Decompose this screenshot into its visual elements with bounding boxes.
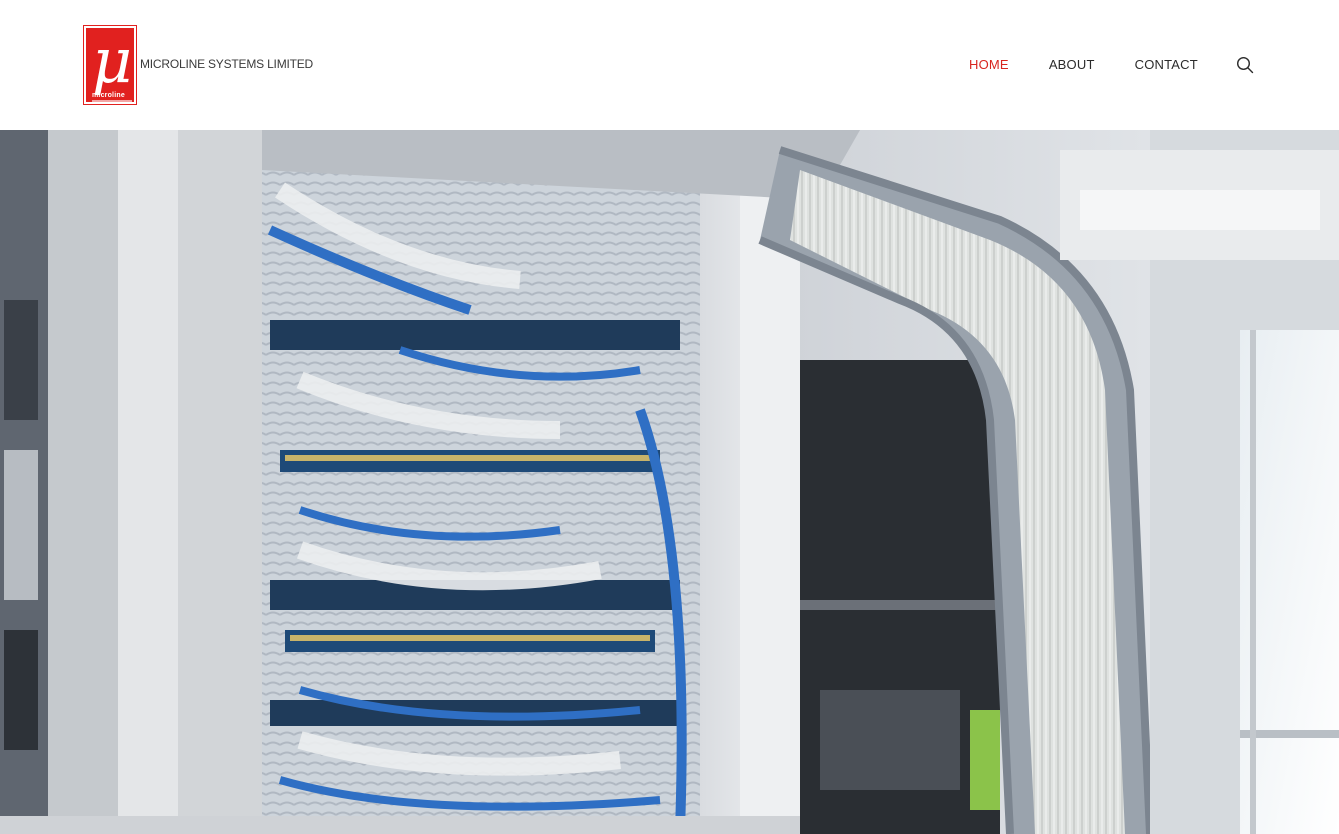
search-icon <box>1236 56 1254 74</box>
site-logo[interactable]: μ microline MICROLINE SYSTEMS LIMITED <box>84 26 313 104</box>
main-nav: HOME ABOUT CONTACT <box>969 57 1238 72</box>
hero-image <box>0 130 1339 834</box>
logo-underline <box>92 100 132 102</box>
nav-item-about[interactable]: ABOUT <box>1049 57 1095 72</box>
logo-small-text: microline <box>92 92 125 99</box>
site-header: μ microline MICROLINE SYSTEMS LIMITED HO… <box>0 0 1339 130</box>
search-button[interactable] <box>1236 56 1254 74</box>
nav-item-home[interactable]: HOME <box>969 57 1009 72</box>
logo-mark: μ microline <box>84 26 136 104</box>
nav-item-contact[interactable]: CONTACT <box>1135 57 1198 72</box>
brand-name: MICROLINE SYSTEMS LIMITED <box>140 57 314 71</box>
hero-banner <box>0 130 1339 834</box>
logo-glyph: μ <box>91 24 133 97</box>
